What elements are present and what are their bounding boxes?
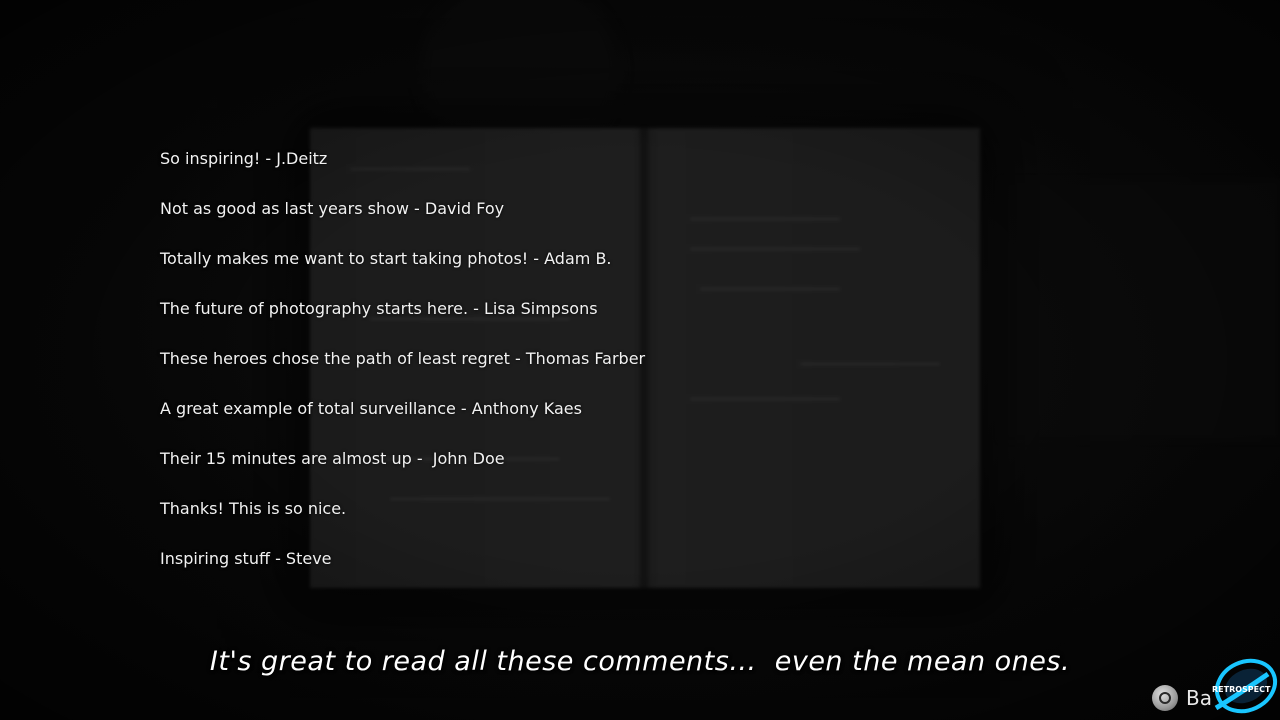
comment-item: Not as good as last years show - David F… — [160, 199, 505, 218]
guestbook-comments-list: So inspiring! - J.Deitz Not as good as l… — [160, 148, 645, 598]
comment-item: Inspiring stuff - Steve — [160, 549, 332, 568]
comment-item: The future of photography starts here. -… — [160, 299, 598, 318]
logo-text: RETROSPECT — [1212, 685, 1271, 694]
circle-button-icon — [1152, 685, 1178, 711]
retro-logo-icon: RETROSPECT — [1212, 658, 1278, 714]
comment-item: Their 15 minutes are almost up - John Do… — [160, 449, 505, 468]
circle-button-ring — [1159, 692, 1171, 704]
comment-item: So inspiring! - J.Deitz — [160, 149, 328, 168]
comment-item: Totally makes me want to start taking ph… — [160, 249, 612, 268]
comment-item: A great example of total surveillance - … — [160, 399, 582, 418]
comment-item: These heroes chose the path of least reg… — [160, 349, 646, 368]
game-scene: So inspiring! - J.Deitz Not as good as l… — [0, 0, 1280, 720]
comment-item: Thanks! This is so nice. — [160, 499, 347, 518]
back-button[interactable]: Ba — [1152, 684, 1212, 712]
dialogue-subtitle: It's great to read all these comments...… — [209, 646, 1071, 677]
